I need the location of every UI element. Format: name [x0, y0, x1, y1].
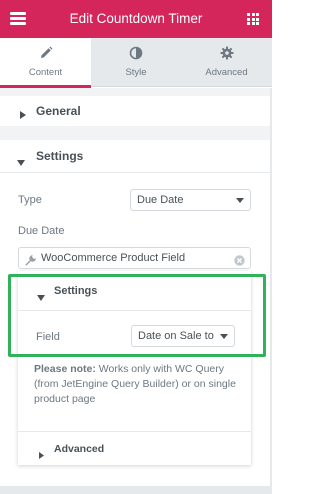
section-settings-title: Settings: [36, 149, 84, 163]
popover-advanced-header[interactable]: Advanced: [18, 431, 251, 465]
tab-style-label: Style: [125, 67, 147, 78]
type-select-value: Due Date: [137, 194, 184, 206]
due-date-label: Due Date: [18, 225, 65, 237]
divider: [0, 172, 272, 173]
clear-icon[interactable]: [234, 253, 245, 271]
wc-query-note: Please note: Works only with WC Query (f…: [34, 362, 239, 407]
due-date-value: WooCommerce Product Field: [41, 252, 186, 264]
section-general-title: General: [36, 104, 81, 118]
note-bold: Please note:: [34, 363, 96, 375]
tab-content[interactable]: Content: [0, 38, 91, 88]
pencil-icon: [0, 46, 91, 62]
type-select[interactable]: Due Date: [130, 189, 251, 211]
popover-advanced-title: Advanced: [54, 443, 105, 455]
tab-advanced[interactable]: Advanced: [181, 38, 272, 87]
panel-title: Edit Countdown Timer: [69, 11, 203, 26]
bottom-bar: [0, 486, 272, 494]
panel-edge: [270, 88, 272, 486]
wrench-icon: [25, 253, 37, 271]
chevron-down-icon: [17, 153, 25, 171]
half-circle-icon: [91, 46, 181, 62]
editor-tabs: Content Style Advanced: [0, 38, 272, 88]
tab-content-label: Content: [28, 67, 63, 78]
tab-advanced-label: Advanced: [205, 67, 248, 78]
chevron-right-icon: [39, 446, 44, 464]
annotation-highlight-box: [8, 274, 266, 357]
gear-icon: [181, 46, 272, 62]
widgets-grid-icon[interactable]: [247, 13, 259, 25]
panel-header: Edit Countdown Timer: [0, 0, 272, 38]
tab-style[interactable]: Style: [91, 38, 181, 87]
section-gap: [0, 126, 272, 140]
section-gap: [0, 88, 272, 96]
type-label: Type: [18, 194, 42, 206]
section-general[interactable]: General: [0, 96, 272, 126]
section-settings[interactable]: Settings: [0, 140, 272, 172]
chevron-right-icon: [20, 106, 26, 124]
caret-down-icon: [236, 198, 244, 203]
due-date-dynamic-field[interactable]: WooCommerce Product Field: [18, 247, 251, 269]
